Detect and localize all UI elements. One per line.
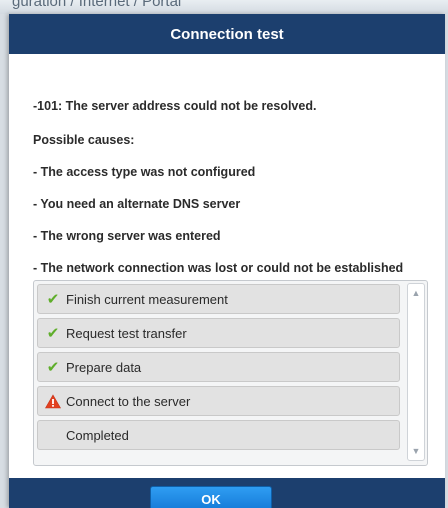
dialog-content: -101: The server address could not be re… xyxy=(9,54,445,478)
error-message: -101: The server address could not be re… xyxy=(33,99,317,113)
step-connect-to-server: Connect to the server xyxy=(37,386,400,416)
dialog-footer: OK xyxy=(9,478,445,508)
connection-test-dialog: Connection test -101: The server address… xyxy=(9,14,445,508)
ok-button[interactable]: OK xyxy=(150,486,272,508)
cause-item: - The network connection was lost or cou… xyxy=(33,261,404,275)
step-label: Request test transfer xyxy=(66,325,187,341)
check-icon: ✔ xyxy=(46,290,60,308)
step-prepare-data: ✔ Prepare data xyxy=(37,352,400,382)
check-icon: ✔ xyxy=(46,358,60,376)
warning-icon xyxy=(42,393,64,409)
step-label: Completed xyxy=(66,427,129,443)
step-label: Finish current measurement xyxy=(66,291,228,307)
background-header: guration / Internet / Portal xyxy=(0,0,448,14)
progress-step-list[interactable]: ✔ Finish current measurement ✔ Request t… xyxy=(33,280,428,466)
step-finish-current-measurement: ✔ Finish current measurement xyxy=(37,284,400,314)
scroll-up-icon[interactable]: ▲ xyxy=(408,286,424,300)
step-label: Prepare data xyxy=(66,359,142,375)
scrollbar[interactable]: ▲ ▼ xyxy=(407,283,425,461)
breadcrumb: guration / Internet / Portal xyxy=(12,0,182,10)
scroll-down-icon[interactable]: ▼ xyxy=(408,444,424,458)
step-request-test-transfer: ✔ Request test transfer xyxy=(37,318,400,348)
dialog-title: Connection test xyxy=(170,25,284,43)
step-completed: Completed xyxy=(37,420,400,450)
step-label: Connect to the server xyxy=(66,393,191,409)
cause-item: - The access type was not configured xyxy=(33,165,256,179)
cause-item: - The wrong server was entered xyxy=(33,229,221,243)
causes-heading: Possible causes: xyxy=(33,133,135,147)
check-icon: ✔ xyxy=(46,324,60,342)
cause-item: - You need an alternate DNS server xyxy=(33,197,241,211)
